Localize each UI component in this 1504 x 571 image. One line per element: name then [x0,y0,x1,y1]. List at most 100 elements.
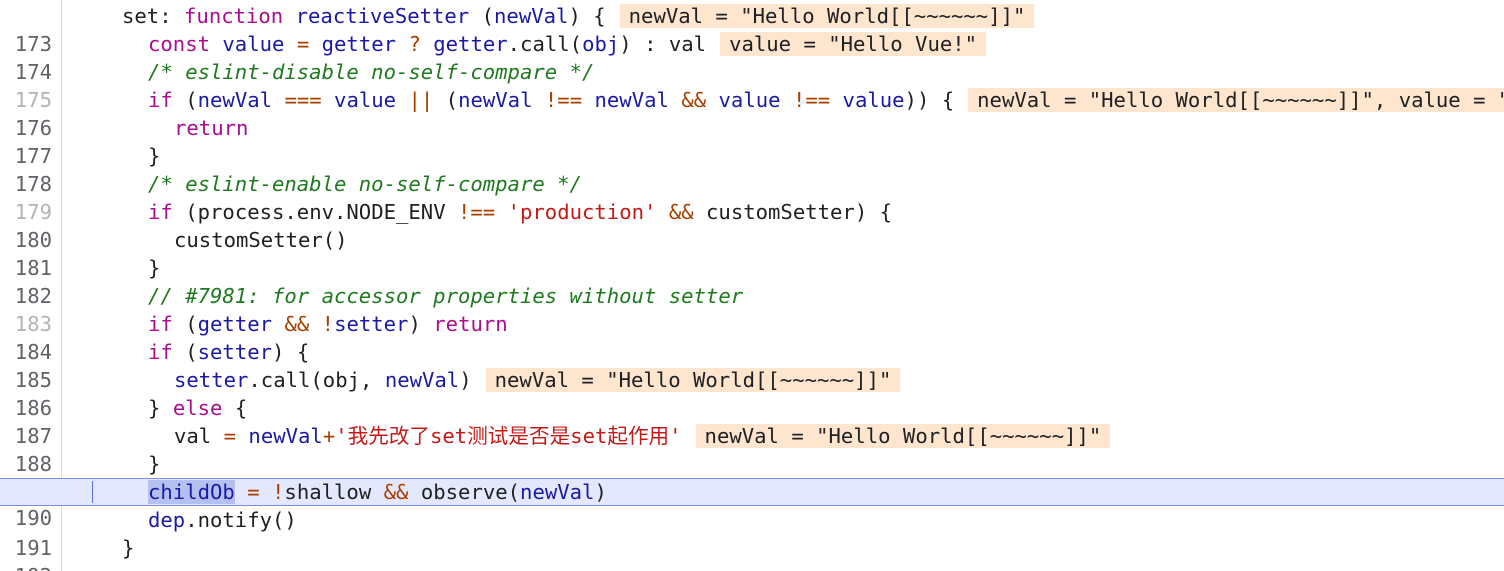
token: } [148,396,161,420]
token: + [322,424,336,448]
token: setter [197,340,273,364]
code-line[interactable]: 176 if (newVal === value || (newVal !== … [0,86,1504,140]
code-text: val = newVal+'我先改了set测试是否是set起作用' newVal … [174,422,1111,450]
code-line[interactable]: 174 const value = getter ? getter.call(o… [0,30,1504,84]
token: ) { [568,4,606,28]
token: if [148,340,173,364]
token: .call(obj, [248,368,373,392]
token: = [247,480,260,504]
code-line[interactable]: 189 } [0,450,1504,504]
token: ) { [272,340,310,364]
code-line[interactable]: 178 } [0,142,1504,196]
token: function [184,4,284,28]
token: newVal [197,88,273,112]
token: else [172,396,223,420]
token: value [842,88,905,112]
token: { [234,396,248,420]
token: set [122,4,160,28]
code-line[interactable]: 192 } [0,534,1504,571]
code-line[interactable]: 175 /* eslint-disable no-self-compare */ [0,58,1504,112]
code-line[interactable]: 185 if (setter) { [0,338,1504,392]
code-text: customSetter() [174,228,348,252]
code-line[interactable]: 184 if (getter && !setter) return [0,310,1504,364]
code-line[interactable]: 177 return [0,114,1504,168]
token: getter [321,32,397,56]
inline-value: newVal = "Hello World[[~~~~~~]]" [485,368,901,392]
token: newVal [248,424,323,448]
token: setter [334,312,409,336]
token: ! [272,480,285,504]
code-line[interactable]: 182 } [0,254,1504,308]
token: !== [544,88,583,112]
token: dep [148,508,186,532]
token: newVal [594,88,669,112]
code-text: } [148,452,161,476]
selected-token[interactable]: childOb [148,480,235,504]
token: && [284,312,310,336]
token: && [383,480,409,504]
code-text: setter.call(obj, newVal) newVal = "Hello … [174,366,901,394]
code-line[interactable]: 188 val = newVal+'我先改了set测试是否是set起作用' new… [0,422,1504,476]
code-text: } else { [148,394,247,422]
code-line[interactable]: 179 /* eslint-enable no-self-compare */ [0,170,1504,224]
token: ! [321,312,335,336]
token: !== [458,200,496,224]
token: ( [445,88,459,112]
token: 'production' [507,200,657,224]
token: if [148,312,173,336]
token: observe( [420,480,521,504]
code-text: if (setter) { [148,338,309,366]
token: && [681,88,707,112]
token: ? [408,32,421,56]
current-execution-line[interactable]: 190 childOb = !shallow && observe(newVal… [0,478,1504,530]
token: if [148,200,173,224]
token: = [223,424,237,448]
token: = [296,32,310,56]
token: ) : val [619,32,707,56]
code-line[interactable]: 183 // #7981: for accessor properties wi… [0,282,1504,336]
token: customSetter) { [706,200,893,224]
token: newVal [458,88,533,112]
code-text: if (getter && !setter) return [148,310,508,338]
token: .notify() [185,508,297,532]
inline-value: newVal = "Hello World[[~~~~~~]]", value … [968,88,1504,112]
code-comment: // #7981: for accessor properties withou… [148,284,744,308]
token: ( [185,312,198,336]
code-line[interactable]: 181 customSetter() [0,226,1504,280]
code-comment: /* eslint-disable no-self-compare */ [148,60,595,84]
code-line[interactable]: 187 } else { [0,394,1504,448]
token: newVal [494,4,569,28]
token: ) [459,368,472,392]
inline-value: value = "Hello Vue!" [720,32,987,56]
code-comment: /* eslint-enable no-self-compare */ [148,172,582,196]
code-text: } [148,256,161,280]
code-line[interactable]: 173 set: function reactiveSetter (newVal… [0,2,1504,56]
token: newVal [520,480,595,504]
token: obj [582,32,620,56]
token: ( [185,88,198,112]
code-text: } [148,144,161,168]
token: )) { [904,88,955,112]
token: ( [481,4,495,28]
token: value [334,88,397,112]
token: ) [408,312,421,336]
code-text: } [122,536,135,560]
token: val [174,424,212,448]
line-number[interactable]: 192 [0,562,52,571]
token: const [148,32,210,56]
inline-value: newVal = "Hello World[[~~~~~~]]" [619,4,1035,28]
code-text: set: function reactiveSetter (newVal) {n… [122,2,1035,30]
code-line[interactable]: 191 dep.notify() [0,506,1504,560]
token: === [284,88,322,112]
code-line[interactable]: 180 if (process.env.NODE_ENV !== 'produc… [0,198,1504,252]
token: value [718,88,781,112]
token: ( [185,340,198,364]
token: value [222,32,285,56]
code-line[interactable]: 186 setter.call(obj, newVal) newVal = "He… [0,366,1504,420]
token: && [668,200,694,224]
token: ) [594,480,607,504]
token: newVal [384,368,460,392]
token: '我先改了set测试是否是set起作用' [335,424,682,448]
code-text: return [174,116,249,140]
token: if [148,88,173,112]
